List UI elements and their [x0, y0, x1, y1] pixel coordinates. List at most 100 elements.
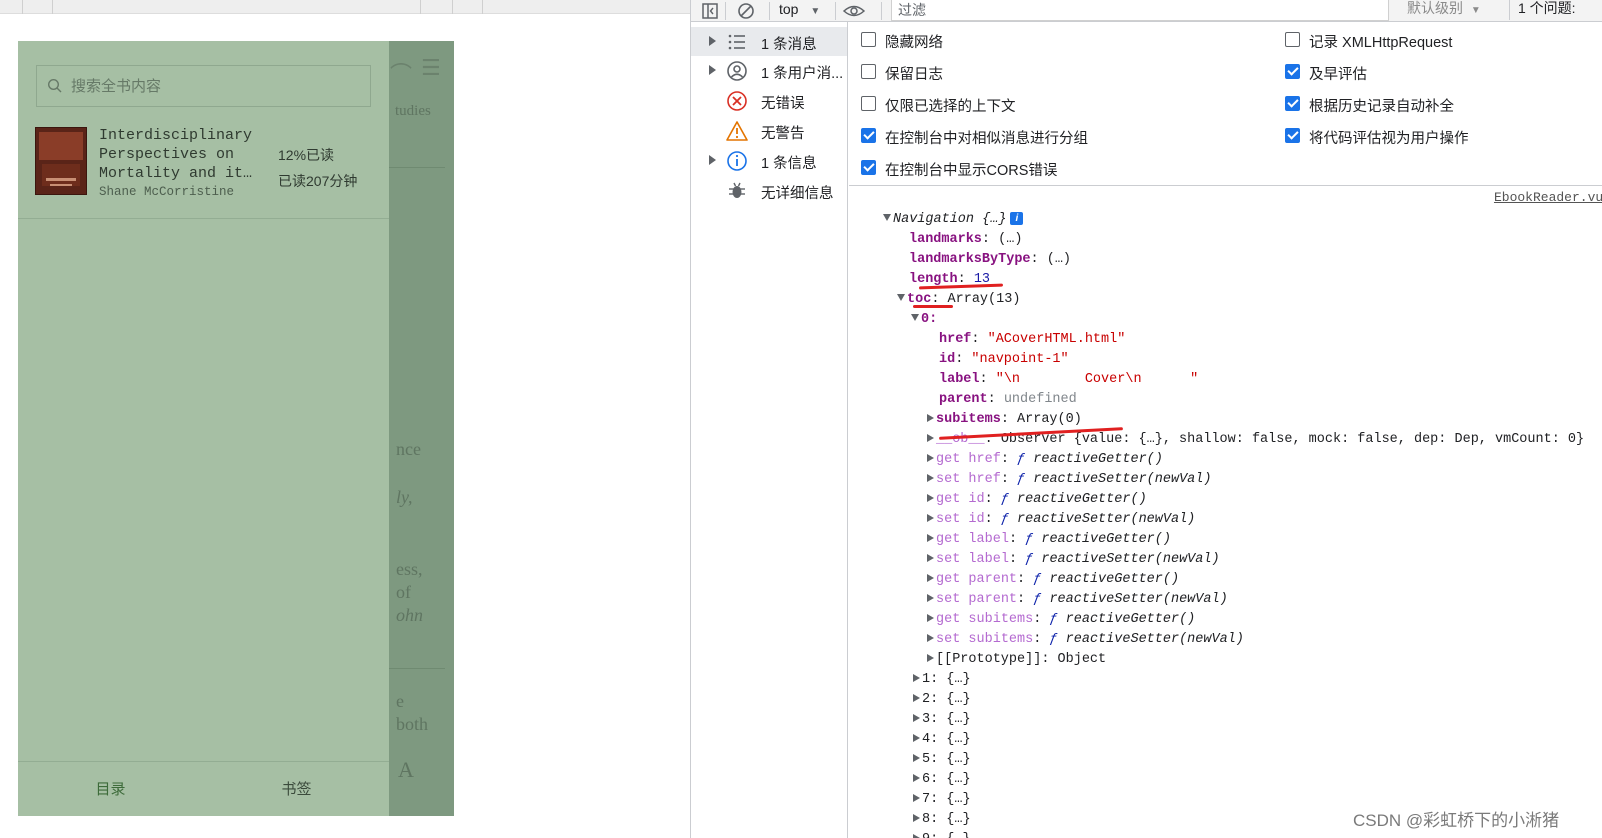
context-select[interactable]: top ▼	[779, 0, 820, 22]
info-icon	[727, 151, 747, 171]
accessor-row[interactable]: set id: ƒ reactiveSetter(newVal)	[927, 510, 1195, 529]
sidebar-item-messages[interactable]: 1 条消息	[691, 27, 847, 56]
collapse-arrow-icon	[911, 314, 919, 321]
collapsed-item[interactable]: 7: {…}	[913, 790, 971, 809]
checkbox[interactable]	[1285, 32, 1300, 47]
expand-arrow-icon	[709, 65, 716, 75]
accessor-row[interactable]: set label: ƒ reactiveSetter(newVal)	[927, 550, 1220, 569]
eye-icon[interactable]	[843, 2, 865, 20]
checkbox[interactable]	[861, 64, 876, 79]
collapsed-item[interactable]: 2: {…}	[913, 690, 971, 709]
expand-arrow-icon	[913, 714, 920, 722]
log-levels-select[interactable]: 默认级别 ▼	[1407, 0, 1481, 19]
screenshot-root: ⌒ ☰ tudies nce ly, ess, of ohn e both A	[0, 0, 1602, 838]
accessor-row[interactable]: get subitems: ƒ reactiveGetter()	[927, 610, 1195, 629]
collapsed-item[interactable]: 6: {…}	[913, 770, 971, 789]
accessor-fn: reactiveGetter()	[1049, 572, 1180, 587]
tab-separator	[482, 0, 483, 14]
expand-arrow-icon	[927, 534, 934, 542]
clear-console-icon[interactable]	[737, 2, 755, 20]
prop-subitems[interactable]: subitems: Array(0)	[927, 410, 1082, 429]
tab-separator	[452, 0, 453, 14]
expand-arrow-icon	[927, 414, 934, 422]
checkbox[interactable]	[861, 96, 876, 111]
expand-arrow-icon	[913, 734, 920, 742]
tab-toc[interactable]: 目录	[18, 762, 203, 816]
prop-id: id: "navpoint-1"	[939, 352, 1069, 367]
object-root[interactable]: Navigation {…} i	[883, 210, 1024, 229]
collapsed-item[interactable]: 1: {…}	[913, 670, 971, 689]
accessor-row[interactable]: set href: ƒ reactiveSetter(newVal)	[927, 470, 1211, 489]
sidebar-item-label: 1 条信息	[761, 156, 817, 172]
sidebar-item-user-messages[interactable]: 1 条用户消...	[691, 56, 847, 85]
prop-prototype[interactable]: [[Prototype]]: Object	[927, 650, 1106, 669]
book-title-line: Perspectives on	[99, 146, 235, 163]
accessor-fn: reactiveSetter(newVal)	[1049, 592, 1228, 607]
source-link[interactable]: EbookReader.vue	[1494, 190, 1602, 205]
prop-value: "ACoverHTML.html"	[987, 332, 1126, 347]
sidebar-item-errors[interactable]: 无错误	[691, 86, 847, 115]
sidebar-item-warnings[interactable]: 无警告	[691, 116, 847, 145]
index-label: 0:	[921, 312, 938, 327]
console-sidebar: 1 条消息 1 条用户消... 无错误 无警告 1 条信息 无详细信息	[691, 22, 848, 838]
chevron-down-icon: ▼	[1470, 5, 1481, 16]
search-input[interactable]	[71, 66, 361, 106]
tab-bookmark[interactable]: 书签	[204, 762, 389, 816]
accessor-row[interactable]: get parent: ƒ reactiveGetter()	[927, 570, 1179, 589]
expand-arrow-icon	[927, 654, 934, 662]
accessor-row[interactable]: set parent: ƒ reactiveSetter(newVal)	[927, 590, 1228, 609]
checkbox-checked[interactable]	[1285, 96, 1300, 111]
book-author: Shane McCorristine	[99, 185, 235, 199]
sidebar-toggle-icon[interactable]	[701, 2, 719, 20]
accessor-fn: reactiveGetter()	[1017, 492, 1147, 507]
prop-landmarks-by-type[interactable]: landmarksByType: (…)	[909, 250, 1071, 269]
accessor-row[interactable]: get id: ƒ reactiveGetter()	[927, 490, 1147, 509]
expand-arrow-icon	[927, 614, 934, 622]
collapsed-item[interactable]: 5: {…}	[913, 750, 971, 769]
checkbox-checked[interactable]	[1285, 64, 1300, 79]
bug-icon	[729, 182, 745, 198]
expand-arrow-icon	[913, 814, 920, 822]
option-label: 隐藏网络	[885, 35, 943, 51]
accessor-fn: reactiveGetter()	[1033, 452, 1163, 467]
function-icon: ƒ	[1049, 632, 1058, 647]
toc-item-0[interactable]: 0:	[911, 310, 937, 329]
toolbar-divider	[881, 2, 882, 20]
collapsed-item[interactable]: 4: {…}	[913, 730, 971, 749]
collapsed-item[interactable]: 8: {…}	[913, 810, 971, 829]
function-icon: ƒ	[1000, 512, 1009, 527]
accessor-prop: label	[968, 552, 1009, 567]
book-title-line: Interdisciplinary	[99, 127, 253, 144]
checkbox[interactable]	[861, 32, 876, 47]
sidebar-item-verbose[interactable]: 无详细信息	[691, 176, 847, 205]
sidebar-tabs: 目录 书签	[18, 761, 389, 816]
accessor-prop: label	[968, 532, 1009, 547]
annotation-underline	[913, 305, 953, 308]
collapsed-item-label: 6: {…}	[922, 772, 971, 787]
checkbox-checked[interactable]	[1285, 128, 1300, 143]
accessor-fn: reactiveSetter(newVal)	[1041, 552, 1220, 567]
option-label: 在控制台中对相似消息进行分组	[885, 131, 1088, 147]
accessor-row[interactable]: set subitems: ƒ reactiveSetter(newVal)	[927, 630, 1244, 649]
accessor-fn: reactiveSetter(newVal)	[1017, 512, 1196, 527]
tab-separator	[22, 0, 23, 14]
collapsed-item[interactable]: 3: {…}	[913, 710, 971, 729]
collapsed-item-label: 3: {…}	[922, 712, 971, 727]
warning-icon	[726, 121, 748, 141]
bookmark-icon: ⌒	[390, 62, 413, 87]
accessor-row[interactable]: get label: ƒ reactiveGetter()	[927, 530, 1171, 549]
book-info[interactable]: Interdisciplinary Perspectives on Mortal…	[18, 116, 389, 219]
checkbox-checked[interactable]	[861, 128, 876, 143]
issues-button[interactable]: 1 个问题:	[1509, 0, 1576, 20]
sidebar-item-info[interactable]: 1 条信息	[691, 146, 847, 175]
function-icon: ƒ	[1000, 492, 1009, 507]
search-box	[36, 65, 371, 107]
prop-landmarks[interactable]: landmarks: (…)	[909, 230, 1022, 249]
checkbox-checked[interactable]	[861, 160, 876, 175]
collapsed-item[interactable]: 9: {…}	[913, 830, 971, 838]
collapse-arrow-icon	[883, 214, 891, 221]
user-icon	[727, 61, 747, 81]
function-icon: ƒ	[1017, 472, 1026, 487]
filter-input[interactable]	[891, 0, 1389, 21]
accessor-row[interactable]: get href: ƒ reactiveGetter()	[927, 450, 1163, 469]
